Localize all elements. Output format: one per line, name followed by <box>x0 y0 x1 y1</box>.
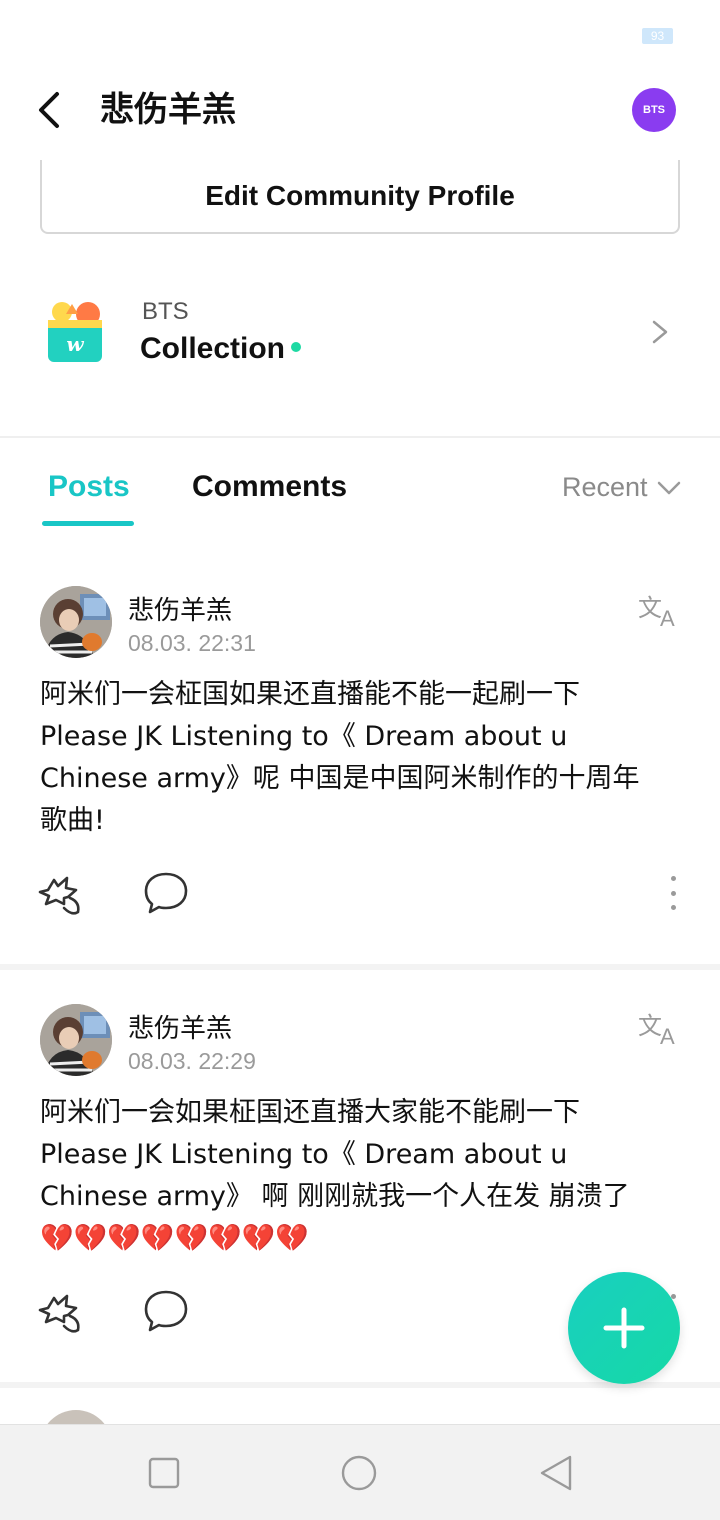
page-title: 悲伤羊羔 <box>100 90 236 130</box>
collection-title: Collection <box>140 332 286 365</box>
comment-icon[interactable] <box>142 870 190 916</box>
section-divider <box>0 436 720 438</box>
battery-indicator: 93 <box>642 28 673 44</box>
post-author[interactable]: 悲伤羊羔 <box>128 1008 232 1045</box>
like-icon[interactable] <box>34 868 88 918</box>
translate-icon[interactable]: 文 A <box>636 590 682 630</box>
svg-text:A: A <box>660 1024 675 1048</box>
post-author[interactable]: 悲伤羊羔 <box>128 590 232 627</box>
svg-text:文: 文 <box>638 1012 662 1040</box>
tab-bar: Posts Comments Recent <box>0 460 720 530</box>
sort-label: Recent <box>562 472 648 502</box>
system-navigation-bar <box>0 1424 720 1520</box>
post-body[interactable]: 阿米们一会柾国如果还直播能不能一起刷一下 Please JK Listening… <box>40 674 680 842</box>
translate-icon[interactable]: 文 A <box>636 1008 682 1048</box>
post-body[interactable]: 阿米们一会如果柾国还直播大家能不能刷一下 Please JK Listening… <box>40 1092 680 1260</box>
chevron-right-icon <box>652 320 668 344</box>
sort-dropdown[interactable]: Recent <box>562 472 682 503</box>
post-date: 08.03. 22:31 <box>128 630 256 656</box>
collection-community: BTS <box>142 298 189 325</box>
collection-box-icon: w <box>48 302 102 362</box>
back-arrow-icon <box>39 92 59 128</box>
post-divider <box>0 964 720 970</box>
svg-text:文: 文 <box>638 594 662 622</box>
post-actions <box>0 868 720 928</box>
status-bar: 93 <box>0 0 720 70</box>
avatar-photo <box>40 1004 112 1076</box>
community-avatar[interactable]: BTS <box>632 88 676 132</box>
nav-recent-icon[interactable] <box>148 1457 180 1489</box>
avatar[interactable] <box>40 586 112 658</box>
svg-text:w: w <box>66 332 84 356</box>
comment-icon[interactable] <box>142 1288 190 1334</box>
avatar-photo <box>40 586 112 658</box>
active-tab-indicator <box>42 521 134 526</box>
create-post-button[interactable] <box>568 1272 680 1384</box>
plus-icon <box>603 1307 645 1349</box>
post-date: 08.03. 22:29 <box>128 1048 256 1074</box>
like-icon[interactable] <box>34 1286 88 1336</box>
edit-community-profile-button[interactable]: Edit Community Profile <box>40 160 680 234</box>
tab-comments[interactable]: Comments <box>192 470 347 504</box>
svg-text:A: A <box>660 606 675 630</box>
new-indicator-dot <box>291 342 301 352</box>
tab-posts[interactable]: Posts <box>48 470 130 504</box>
more-icon[interactable] <box>660 872 686 914</box>
header: 悲伤羊羔 BTS <box>0 70 720 154</box>
back-button[interactable] <box>26 84 70 136</box>
chevron-down-icon <box>657 481 680 494</box>
nav-home-icon[interactable] <box>340 1454 378 1492</box>
avatar[interactable] <box>40 1004 112 1076</box>
collection-row[interactable]: w BTS Collection <box>0 270 720 400</box>
nav-back-icon[interactable] <box>538 1454 574 1492</box>
